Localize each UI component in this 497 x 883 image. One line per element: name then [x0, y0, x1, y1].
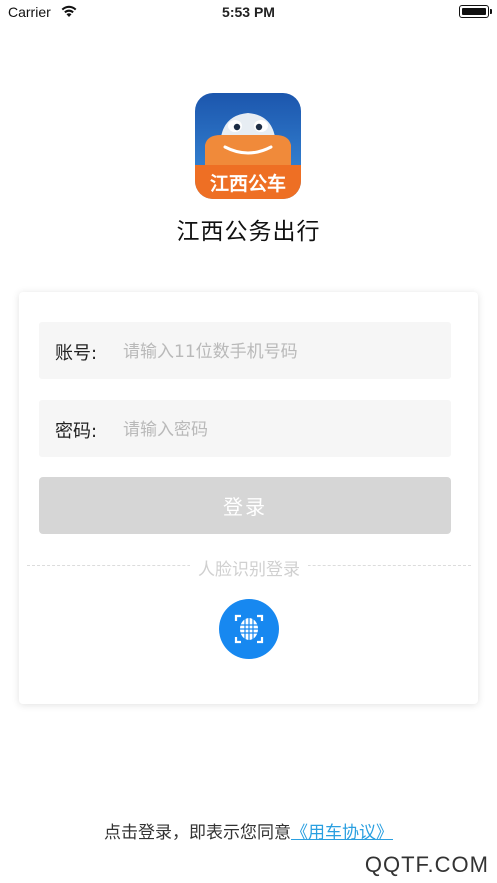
- password-field: 密码:: [39, 400, 451, 457]
- login-button[interactable]: 登录: [39, 477, 451, 534]
- clock-time: 5:53 PM: [222, 4, 275, 20]
- face-login-label[interactable]: 人脸识别登录: [190, 560, 308, 580]
- agreement-prefix: 点击登录，即表示您同意: [104, 823, 291, 843]
- login-card: 账号: 密码: 登录 人脸识别登录: [19, 292, 478, 704]
- status-bar: Carrier 5:53 PM: [0, 0, 497, 26]
- password-label: 密码:: [55, 421, 98, 442]
- agreement-text: 点击登录，即表示您同意《用车协议》: [0, 818, 497, 843]
- battery-icon: [459, 5, 492, 18]
- logo-text: 江西公车: [210, 172, 286, 195]
- account-field: 账号:: [39, 322, 451, 379]
- face-login-button[interactable]: [219, 599, 279, 659]
- face-recognition-icon: [234, 614, 264, 644]
- face-login-divider: 人脸识别登录: [27, 554, 471, 580]
- watermark: QQTF.COM: [364, 852, 489, 877]
- car-logo-icon: 江西公车: [195, 93, 301, 199]
- app-name: 江西公务出行: [176, 219, 321, 245]
- app-logo: 江西公车: [195, 93, 301, 199]
- agreement-link[interactable]: 《用车协议》: [291, 823, 393, 843]
- password-input[interactable]: [121, 410, 435, 449]
- account-input[interactable]: [121, 332, 435, 371]
- account-label: 账号:: [55, 343, 98, 364]
